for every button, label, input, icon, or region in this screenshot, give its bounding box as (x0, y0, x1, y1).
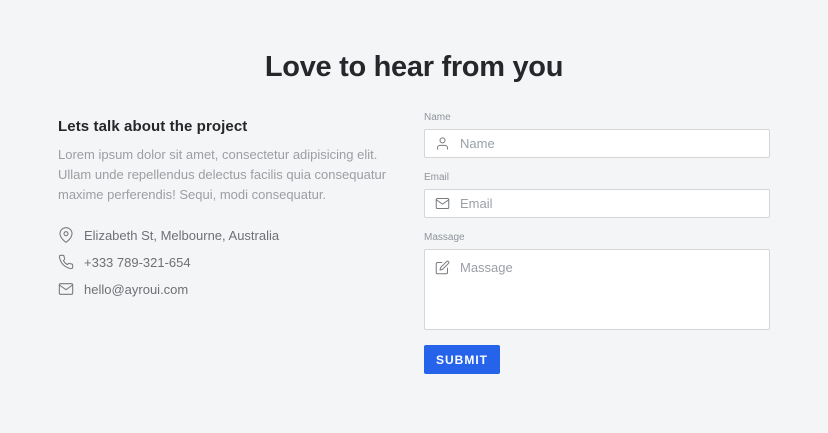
info-column: Lets talk about the project Lorem ipsum … (58, 112, 390, 306)
contact-phone-text: +333 789-321-654 (84, 254, 191, 270)
user-icon (435, 136, 450, 151)
page-title: Love to hear from you (264, 51, 564, 83)
info-description: Lorem ipsum dolor sit amet, consectetur … (58, 147, 387, 202)
edit-icon (435, 260, 450, 275)
message-field-label: Massage (424, 232, 465, 243)
contact-address-row: Elizabeth St, Melbourne, Australia (58, 225, 390, 245)
message-textarea-wrap (424, 249, 770, 330)
name-field-label: Name (424, 112, 451, 123)
contact-email-text: hello@ayroui.com (84, 281, 189, 297)
email-field-label: Email (424, 172, 450, 183)
location-pin-icon (58, 227, 74, 243)
envelope-icon (435, 196, 450, 211)
contact-phone-row: +333 789-321-654 (58, 252, 390, 272)
contact-section: Love to hear from you Lets talk about th… (58, 0, 770, 374)
contact-email-row: hello@ayroui.com (58, 279, 390, 299)
name-input-wrap (424, 129, 770, 158)
envelope-icon (58, 281, 74, 297)
contact-address-text: Elizabeth St, Melbourne, Australia (84, 227, 280, 243)
content-columns: Lets talk about the project Lorem ipsum … (58, 112, 770, 374)
message-textarea[interactable] (460, 260, 759, 319)
contact-form: Name Email (424, 112, 770, 374)
info-heading: Lets talk about the project (58, 118, 248, 135)
email-input[interactable] (460, 196, 759, 211)
submit-button[interactable]: SUBMIT (424, 345, 500, 374)
phone-icon (58, 254, 74, 270)
name-input[interactable] (460, 136, 759, 151)
email-input-wrap (424, 189, 770, 218)
